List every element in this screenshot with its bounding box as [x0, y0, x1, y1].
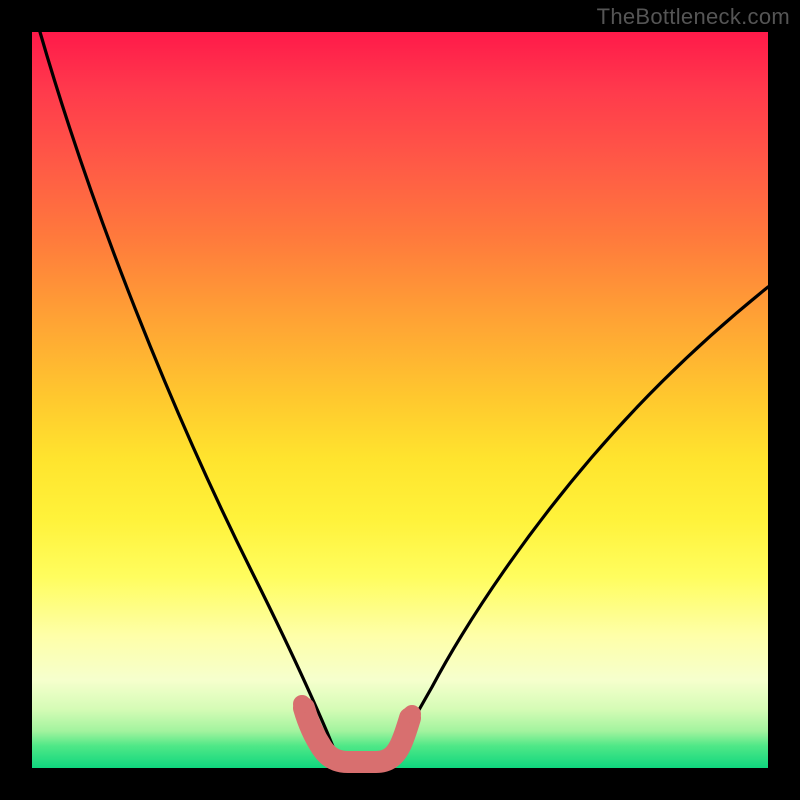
curve-layer	[32, 32, 768, 768]
chart-frame: TheBottleneck.com	[0, 0, 800, 800]
curve-left-branch	[40, 32, 337, 756]
plot-area	[32, 32, 768, 768]
accent-dot-left	[293, 695, 311, 713]
watermark-text: TheBottleneck.com	[597, 4, 790, 30]
curve-right-branch	[392, 287, 768, 756]
accent-dot-right	[403, 705, 421, 723]
